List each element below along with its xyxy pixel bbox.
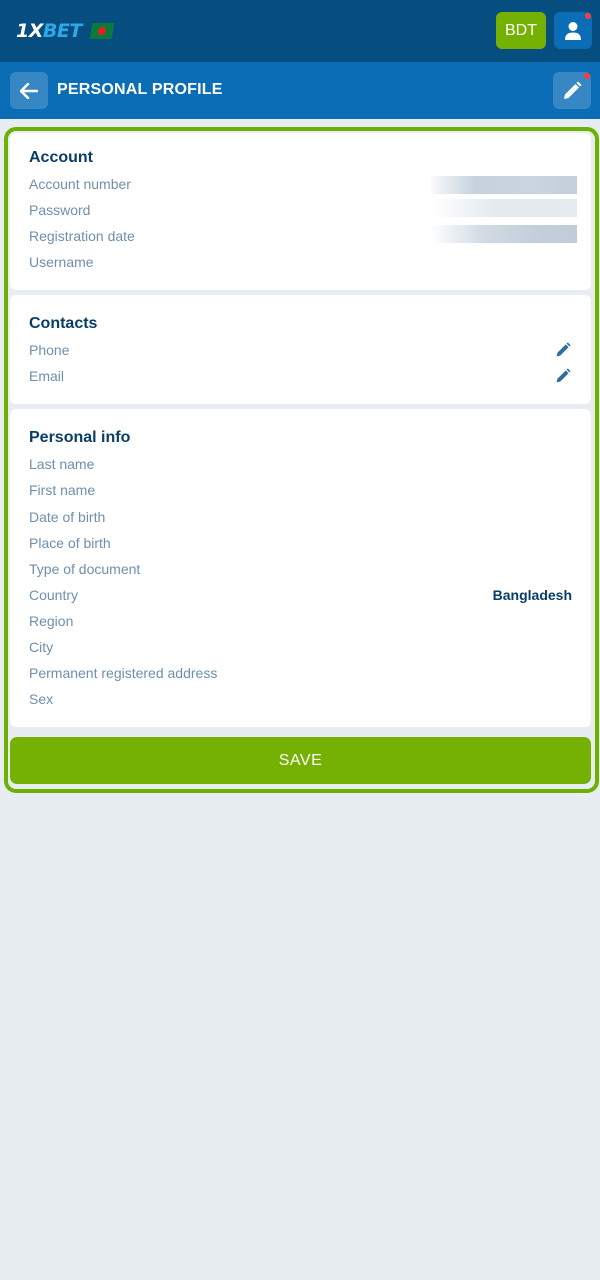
edit-phone-button[interactable] <box>554 341 572 359</box>
arrow-left-icon <box>20 82 38 99</box>
password-value-masked <box>431 199 577 217</box>
user-account-button[interactable] <box>554 12 592 49</box>
address-row[interactable]: Permanent registered address <box>29 663 572 683</box>
personal-info-title: Personal info <box>29 429 131 446</box>
user-icon <box>565 21 581 40</box>
contacts-section: Contacts Phone Email <box>10 295 591 404</box>
page-title: PERSONAL PROFILE <box>57 81 223 98</box>
bangladesh-flag-icon <box>89 23 115 39</box>
place-of-birth-row[interactable]: Place of birth <box>29 533 572 553</box>
field-label: City <box>29 639 54 655</box>
top-bar: 1XBET BDT <box>0 0 600 62</box>
field-label: Type of document <box>29 561 141 577</box>
phone-row: Phone <box>29 340 572 360</box>
contacts-title: Contacts <box>29 315 98 332</box>
notification-dot <box>585 13 591 19</box>
pencil-icon <box>564 81 582 99</box>
pencil-icon <box>556 368 571 383</box>
field-label: Region <box>29 613 74 629</box>
username-row[interactable]: Username <box>29 252 572 272</box>
logo-text: 1XBET <box>16 20 82 42</box>
account-number-value-masked <box>431 176 577 194</box>
country-row[interactable]: Country Bangladesh <box>29 585 572 605</box>
back-button[interactable] <box>10 72 48 109</box>
country-value: Bangladesh <box>492 587 572 603</box>
city-row[interactable]: City <box>29 637 572 657</box>
notification-dot <box>584 73 590 79</box>
field-label: Last name <box>29 456 95 472</box>
document-type-row[interactable]: Type of document <box>29 559 572 579</box>
save-button[interactable]: SAVE <box>10 737 591 784</box>
field-label: Registration date <box>29 228 135 244</box>
personal-info-section: Personal info Last name First name Date … <box>10 409 591 727</box>
sex-row[interactable]: Sex <box>29 689 572 709</box>
field-label: Password <box>29 202 91 218</box>
first-name-row[interactable]: First name <box>29 480 572 500</box>
email-row: Email <box>29 366 572 386</box>
field-label: Permanent registered address <box>29 665 218 681</box>
field-label: Account number <box>29 176 131 192</box>
field-label: Email <box>29 368 65 384</box>
field-label: Username <box>29 254 94 270</box>
region-row[interactable]: Region <box>29 611 572 631</box>
account-title: Account <box>29 149 93 166</box>
field-label: Place of birth <box>29 535 111 551</box>
edit-profile-button[interactable] <box>553 72 591 109</box>
date-of-birth-row[interactable]: Date of birth <box>29 507 572 527</box>
page-header: PERSONAL PROFILE <box>0 62 600 119</box>
edit-email-button[interactable] <box>554 367 572 385</box>
field-label: Date of birth <box>29 509 106 525</box>
currency-button[interactable]: BDT <box>496 12 546 49</box>
field-label: Phone <box>29 342 70 358</box>
field-label: Sex <box>29 691 54 707</box>
last-name-row[interactable]: Last name <box>29 454 572 474</box>
account-section: Account Account number Password Registra… <box>10 133 591 290</box>
field-label: Country <box>29 587 79 603</box>
brand-logo[interactable]: 1XBET <box>16 18 115 44</box>
field-label: First name <box>29 482 96 498</box>
pencil-icon <box>556 342 571 357</box>
registration-date-value-masked <box>431 225 577 243</box>
